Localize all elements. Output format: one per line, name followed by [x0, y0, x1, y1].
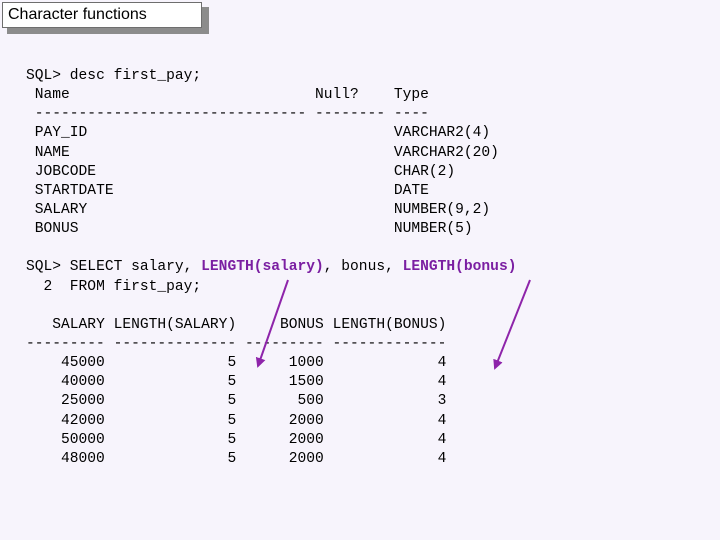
cell-length-bonus: 4 — [332, 374, 447, 391]
col-header-null: Null? — [315, 87, 359, 104]
cell-bonus: 500 — [244, 393, 324, 410]
cell-bonus: 1500 — [244, 374, 324, 391]
cell-bonus: 2000 — [244, 412, 324, 429]
query-line-1: SQL> SELECT salary, LENGTH(salary), bonu… — [26, 259, 517, 276]
col-header-name: Name — [34, 87, 70, 104]
sql-console: SQL> desc first_pay; Name Null? Type ---… — [26, 67, 516, 469]
cell-length-salary: 5 — [113, 393, 237, 410]
cell-length-bonus: 4 — [332, 431, 447, 448]
cell-bonus: 2000 — [244, 450, 324, 467]
cell-length-salary: 5 — [113, 431, 237, 448]
result-header-line: SALARY LENGTH(SALARY) BONUS LENGTH(BONUS… — [26, 316, 516, 335]
result-row: 42000 5 2000 4 — [26, 412, 516, 431]
cell-salary: 48000 — [26, 450, 105, 467]
desc-row: PAY_ID VARCHAR2(4) — [34, 125, 491, 142]
cell-length-salary: 5 — [113, 450, 237, 467]
desc-row: SALARY NUMBER(9,2) — [34, 201, 491, 218]
cell-bonus: 2000 — [244, 431, 324, 448]
result-row: 25000 5 500 3 — [26, 392, 516, 411]
cell-length-salary: 5 — [113, 355, 237, 372]
cell-length-bonus: 4 — [332, 355, 447, 372]
cell-salary: 50000 — [26, 431, 105, 448]
col-header-type: Type — [393, 87, 429, 104]
desc-row: NAME VARCHAR2(20) — [34, 144, 499, 161]
cell-length-salary: 5 — [113, 374, 237, 391]
result-separator: --------- -------------- --------- -----… — [26, 335, 447, 352]
result-header-length-salary: LENGTH(SALARY) — [113, 316, 237, 333]
desc-command: desc first_pay; — [69, 68, 202, 84]
result-header-length-bonus: LENGTH(BONUS) — [332, 316, 447, 333]
length-salary-fn: LENGTH(salary) — [201, 259, 324, 276]
desc-row: BONUS NUMBER(5) — [34, 221, 473, 238]
line-number: 2 — [43, 278, 53, 295]
cell-bonus: 1000 — [244, 355, 324, 372]
cell-length-bonus: 4 — [332, 412, 447, 429]
result-row: 40000 5 1500 4 — [26, 373, 516, 392]
desc-separator: ------------------------------- --------… — [34, 106, 429, 123]
desc-header-line: Name Null? Type — [26, 86, 516, 105]
cell-salary: 42000 — [26, 412, 105, 429]
cell-salary: 40000 — [26, 374, 105, 391]
desc-row: STARTDATE DATE — [34, 182, 429, 199]
result-row: 45000 5 1000 4 — [26, 354, 516, 373]
sql-prompt: SQL> — [26, 259, 70, 276]
result-row: 50000 5 2000 4 — [26, 431, 516, 450]
desc-command-line: SQL> desc first_pay; — [26, 67, 516, 86]
sql-prompt: SQL> — [26, 68, 70, 84]
result-row: 48000 5 2000 4 — [26, 450, 516, 469]
cell-length-bonus: 3 — [332, 393, 447, 410]
result-header-bonus: BONUS — [280, 316, 324, 333]
cell-length-bonus: 4 — [332, 450, 447, 467]
length-bonus-fn: LENGTH(bonus) — [402, 259, 517, 276]
cell-salary: 25000 — [26, 393, 105, 410]
cell-length-salary: 5 — [113, 412, 237, 429]
cell-salary: 45000 — [26, 355, 105, 372]
desc-row: JOBCODE CHAR(2) — [34, 163, 456, 180]
result-header-salary: SALARY — [52, 316, 105, 333]
query-line-2: 2 FROM first_pay; — [43, 278, 202, 295]
slide-title: Character functions — [2, 2, 202, 28]
